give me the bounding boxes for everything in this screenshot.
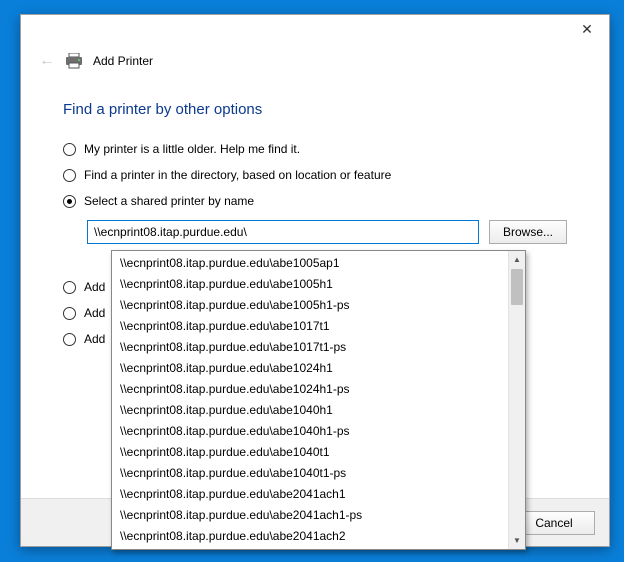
option-find-directory[interactable]: Find a printer in the directory, based o… (63, 168, 567, 182)
wizard-header: ← Add Printer (21, 45, 609, 75)
close-button[interactable]: ✕ (565, 15, 609, 43)
printer-icon (65, 53, 83, 69)
printer-path-input[interactable] (87, 220, 479, 244)
option-label: Add (84, 306, 105, 320)
dropdown-item[interactable]: \\ecnprint08.itap.purdue.edu\abe1040t1 (112, 442, 508, 463)
dropdown-item[interactable]: \\ecnprint08.itap.purdue.edu\abe1024h1-p… (112, 379, 508, 400)
printer-path-row: Browse... \\ecnprint08.itap.purdue.edu\a… (87, 220, 567, 244)
back-arrow-icon[interactable]: ← (39, 52, 55, 70)
option-label: Select a shared printer by name (84, 194, 254, 208)
header-title: Add Printer (93, 54, 153, 68)
content-area: Find a printer by other options My print… (21, 75, 609, 346)
option-shared-by-name[interactable]: Select a shared printer by name (63, 194, 567, 208)
dropdown-item[interactable]: \\ecnprint08.itap.purdue.edu\abe1017t1-p… (112, 337, 508, 358)
radio-icon (63, 169, 76, 182)
dropdown-item[interactable]: \\ecnprint08.itap.purdue.edu\abe2041ach2… (112, 547, 508, 549)
dropdown-item[interactable]: \\ecnprint08.itap.purdue.edu\abe1005ap1 (112, 253, 508, 274)
autocomplete-dropdown: \\ecnprint08.itap.purdue.edu\abe1005ap1 … (111, 250, 526, 550)
dropdown-item[interactable]: \\ecnprint08.itap.purdue.edu\abe1005h1-p… (112, 295, 508, 316)
scroll-up-icon[interactable]: ▲ (509, 251, 525, 268)
scroll-down-icon[interactable]: ▼ (509, 532, 525, 549)
radio-icon (63, 307, 76, 320)
radio-icon (63, 333, 76, 346)
option-label: My printer is a little older. Help me fi… (84, 142, 300, 156)
dropdown-item[interactable]: \\ecnprint08.itap.purdue.edu\abe1017t1 (112, 316, 508, 337)
dropdown-item[interactable]: \\ecnprint08.itap.purdue.edu\abe1024h1 (112, 358, 508, 379)
page-heading: Find a printer by other options (63, 101, 567, 118)
option-label: Add (84, 332, 105, 346)
dropdown-item[interactable]: \\ecnprint08.itap.purdue.edu\abe1040h1 (112, 400, 508, 421)
scroll-thumb[interactable] (511, 269, 523, 305)
dropdown-item[interactable]: \\ecnprint08.itap.purdue.edu\abe2041ach1 (112, 484, 508, 505)
dropdown-item[interactable]: \\ecnprint08.itap.purdue.edu\abe2041ach2 (112, 526, 508, 547)
option-find-older[interactable]: My printer is a little older. Help me fi… (63, 142, 567, 156)
browse-button[interactable]: Browse... (489, 220, 567, 244)
dropdown-scrollbar[interactable]: ▲ ▼ (508, 251, 525, 549)
option-label: Add (84, 280, 105, 294)
radio-icon (63, 143, 76, 156)
radio-icon (63, 195, 76, 208)
radio-icon (63, 281, 76, 294)
dropdown-item[interactable]: \\ecnprint08.itap.purdue.edu\abe2041ach1… (112, 505, 508, 526)
dropdown-item[interactable]: \\ecnprint08.itap.purdue.edu\abe1040h1-p… (112, 421, 508, 442)
dropdown-item[interactable]: \\ecnprint08.itap.purdue.edu\abe1005h1 (112, 274, 508, 295)
titlebar: ✕ (21, 15, 609, 45)
option-label: Find a printer in the directory, based o… (84, 168, 391, 182)
add-printer-window: ✕ ← Add Printer Find a printer by other … (20, 14, 610, 547)
dropdown-item[interactable]: \\ecnprint08.itap.purdue.edu\abe1040t1-p… (112, 463, 508, 484)
dropdown-list: \\ecnprint08.itap.purdue.edu\abe1005ap1 … (112, 251, 508, 549)
